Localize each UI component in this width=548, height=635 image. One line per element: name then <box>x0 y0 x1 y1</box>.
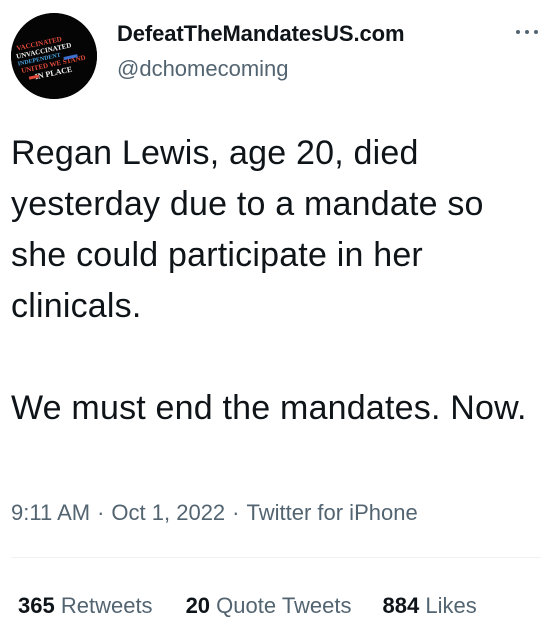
avatar[interactable]: VACCINATED UNVACCINATED INDEPENDENT UNIT… <box>11 13 97 99</box>
likes-label: Likes <box>425 593 477 618</box>
quote-tweets-count: 20 <box>185 593 211 618</box>
meta-separator: · <box>232 500 240 525</box>
tweet-card: VACCINATED UNVACCINATED INDEPENDENT UNIT… <box>0 0 548 635</box>
avatar-logo-icon: VACCINATED UNVACCINATED INDEPENDENT UNIT… <box>11 13 97 99</box>
quote-tweets-label: Quote Tweets <box>216 593 352 618</box>
likes-stat[interactable]: 884 Likes <box>383 593 477 619</box>
user-handle[interactable]: @dchomecoming <box>117 56 289 82</box>
more-dot <box>525 30 529 34</box>
more-dot <box>534 30 538 34</box>
more-options-icon[interactable] <box>512 22 542 42</box>
tweet-time[interactable]: 9:11 AM <box>11 500 90 525</box>
tweet-text: Regan Lewis, age 20, died yesterday due … <box>11 128 541 434</box>
tweet-source[interactable]: Twitter for iPhone <box>247 500 418 525</box>
retweets-label: Retweets <box>60 593 153 618</box>
retweets-count: 365 <box>18 593 55 618</box>
display-name[interactable]: DefeatTheMandatesUS.com <box>117 21 405 47</box>
tweet-date[interactable]: Oct 1, 2022 <box>111 500 225 525</box>
more-dot <box>516 30 520 34</box>
tweet-paragraph-1: Regan Lewis, age 20, died yesterday due … <box>11 134 484 325</box>
divider <box>11 557 541 558</box>
quote-tweets-stat[interactable]: 20 Quote Tweets <box>186 593 352 619</box>
retweets-stat[interactable]: 365 Retweets <box>18 593 153 619</box>
tweet-meta: 9:11 AM · Oct 1, 2022 · Twitter for iPhone <box>11 500 418 526</box>
tweet-stats: 365 Retweets 20 Quote Tweets 884 Likes <box>18 593 477 619</box>
likes-count: 884 <box>382 593 420 618</box>
meta-separator: · <box>97 500 105 525</box>
tweet-paragraph-2: We must end the mandates. Now. <box>11 389 527 427</box>
